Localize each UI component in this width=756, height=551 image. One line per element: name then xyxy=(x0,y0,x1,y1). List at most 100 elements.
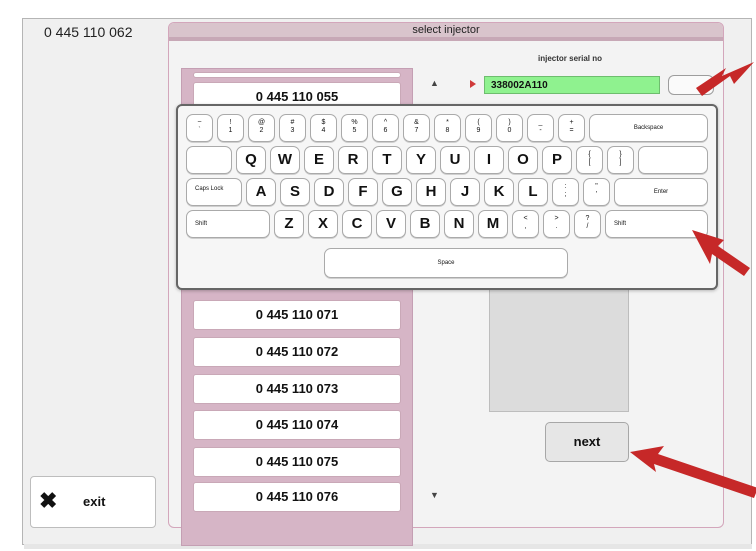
key-symbol-bottom: 5 xyxy=(352,127,357,134)
exit-label: exit xyxy=(83,494,106,509)
key-symbol[interactable]: (9 xyxy=(465,114,492,142)
preview-area xyxy=(489,284,629,412)
next-button[interactable]: next xyxy=(545,422,629,462)
tab-key[interactable] xyxy=(186,146,232,174)
key-symbol[interactable]: ^ 6 xyxy=(372,114,399,142)
key-letter[interactable]: A xyxy=(246,178,276,206)
key-symbol-bottom: 7 xyxy=(414,127,419,134)
caps-lock-key[interactable]: Caps Lock xyxy=(186,178,242,206)
key-symbol-bottom: 9 xyxy=(476,127,481,134)
key-symbol[interactable]: * 8 xyxy=(434,114,461,142)
key-symbol-bottom: 3 xyxy=(290,127,295,134)
panel-title-underline xyxy=(169,37,723,41)
key-symbol[interactable]: ! 1 xyxy=(217,114,244,142)
list-item-partial xyxy=(193,72,401,78)
key-symbol-top: & xyxy=(414,119,419,126)
key-letter[interactable]: S xyxy=(280,178,310,206)
key-letter[interactable]: C xyxy=(342,210,372,238)
key-symbol[interactable]: {[ xyxy=(576,146,603,174)
close-icon: ✖ xyxy=(39,488,58,513)
list-item[interactable]: 0 445 110 075 xyxy=(193,447,401,477)
key-symbol[interactable]: ~ ` xyxy=(186,114,213,142)
key-letter[interactable]: P xyxy=(542,146,572,174)
key-symbol-top: : xyxy=(564,183,567,190)
enter-key-label: Enter xyxy=(653,189,669,195)
key-symbol-top: > xyxy=(554,215,559,222)
key-letter[interactable]: R xyxy=(338,146,368,174)
red-arrow-icon xyxy=(692,230,750,276)
key-symbol[interactable]: " ' xyxy=(583,178,610,206)
key-letter[interactable]: V xyxy=(376,210,406,238)
space-key[interactable]: Space xyxy=(324,248,568,278)
key-letter[interactable]: N xyxy=(444,210,474,238)
shift-key-right-label: Shift xyxy=(614,221,627,227)
key-symbol[interactable]: #3 xyxy=(279,114,306,142)
on-screen-keyboard: ~ `! 1 @2 #3 $4% 5 ^ 6 & 7 * 8(9) 0 _ - + = Backspace Q W E R T… xyxy=(176,104,718,290)
key-symbol-top: + xyxy=(569,119,574,126)
key-letter[interactable]: Q xyxy=(236,146,266,174)
selected-injector-code: 0 445 110 062 xyxy=(44,24,133,40)
enter-key[interactable]: Enter xyxy=(614,178,708,206)
blank-key[interactable] xyxy=(638,146,708,174)
key-symbol-top: $ xyxy=(321,119,326,126)
key-symbol[interactable]: ) 0 xyxy=(496,114,523,142)
key-letter[interactable]: W xyxy=(270,146,300,174)
serial-number-input[interactable] xyxy=(484,76,660,94)
key-symbol[interactable]: <, xyxy=(512,210,539,238)
key-symbol[interactable]: % 5 xyxy=(341,114,368,142)
key-symbol[interactable]: & 7 xyxy=(403,114,430,142)
list-item[interactable]: 0 445 110 073 xyxy=(193,374,401,404)
key-letter[interactable]: L xyxy=(518,178,548,206)
key-symbol-top: < xyxy=(523,215,528,222)
key-letter[interactable]: H xyxy=(416,178,446,206)
list-item[interactable]: 0 445 110 074 xyxy=(193,410,401,440)
key-letter[interactable]: I xyxy=(474,146,504,174)
key-letter[interactable]: G xyxy=(382,178,412,206)
key-symbol[interactable]: _ - xyxy=(527,114,554,142)
key-letter[interactable]: M xyxy=(478,210,508,238)
key-symbol-bottom: 1 xyxy=(228,127,233,134)
key-letter[interactable]: O xyxy=(508,146,538,174)
key-symbol-top: } xyxy=(619,151,622,158)
key-symbol-top: ) xyxy=(508,119,511,126)
key-symbol-bottom: 6 xyxy=(383,127,388,134)
key-letter[interactable]: T xyxy=(372,146,402,174)
panel-title: select injector xyxy=(169,23,723,37)
key-symbol[interactable]: @2 xyxy=(248,114,275,142)
key-letter[interactable]: U xyxy=(440,146,470,174)
space-key-label: Space xyxy=(437,260,455,266)
key-letter[interactable]: J xyxy=(450,178,480,206)
backspace-key-label: Backspace xyxy=(633,125,664,131)
shift-key-left-label: Shift xyxy=(195,221,208,227)
key-symbol-bottom: , xyxy=(524,223,527,230)
key-letter[interactable]: Z xyxy=(274,210,304,238)
key-letter[interactable]: B xyxy=(410,210,440,238)
exit-button[interactable]: ✖ exit xyxy=(30,476,156,528)
key-symbol-top: ^ xyxy=(383,119,388,126)
key-letter[interactable]: E xyxy=(304,146,334,174)
pointer-triangle-icon xyxy=(470,80,476,88)
list-item[interactable]: 0 445 110 071 xyxy=(193,300,401,330)
key-letter[interactable]: X xyxy=(308,210,338,238)
scroll-down-icon[interactable]: ▼ xyxy=(430,490,439,500)
key-symbol-top: ~ xyxy=(197,119,202,126)
key-letter[interactable]: K xyxy=(484,178,514,206)
key-symbol[interactable]: >. xyxy=(543,210,570,238)
key-symbol-bottom: 4 xyxy=(321,127,326,134)
list-item[interactable]: 0 445 110 076 xyxy=(193,482,401,512)
key-symbol[interactable]: ? / xyxy=(574,210,601,238)
key-symbol-top: % xyxy=(351,119,358,126)
key-symbol[interactable]: + = xyxy=(558,114,585,142)
key-symbol-top: { xyxy=(588,151,591,158)
key-letter[interactable]: Y xyxy=(406,146,436,174)
scroll-up-icon[interactable]: ▲ xyxy=(430,78,439,88)
key-symbol[interactable]: :; xyxy=(552,178,579,206)
red-arrow-icon xyxy=(696,62,754,96)
key-symbol[interactable]: $4 xyxy=(310,114,337,142)
key-symbol[interactable]: }] xyxy=(607,146,634,174)
list-item[interactable]: 0 445 110 072 xyxy=(193,337,401,367)
backspace-key[interactable]: Backspace xyxy=(589,114,708,142)
key-letter[interactable]: F xyxy=(348,178,378,206)
key-letter[interactable]: D xyxy=(314,178,344,206)
shift-key-left[interactable]: Shift xyxy=(186,210,270,238)
